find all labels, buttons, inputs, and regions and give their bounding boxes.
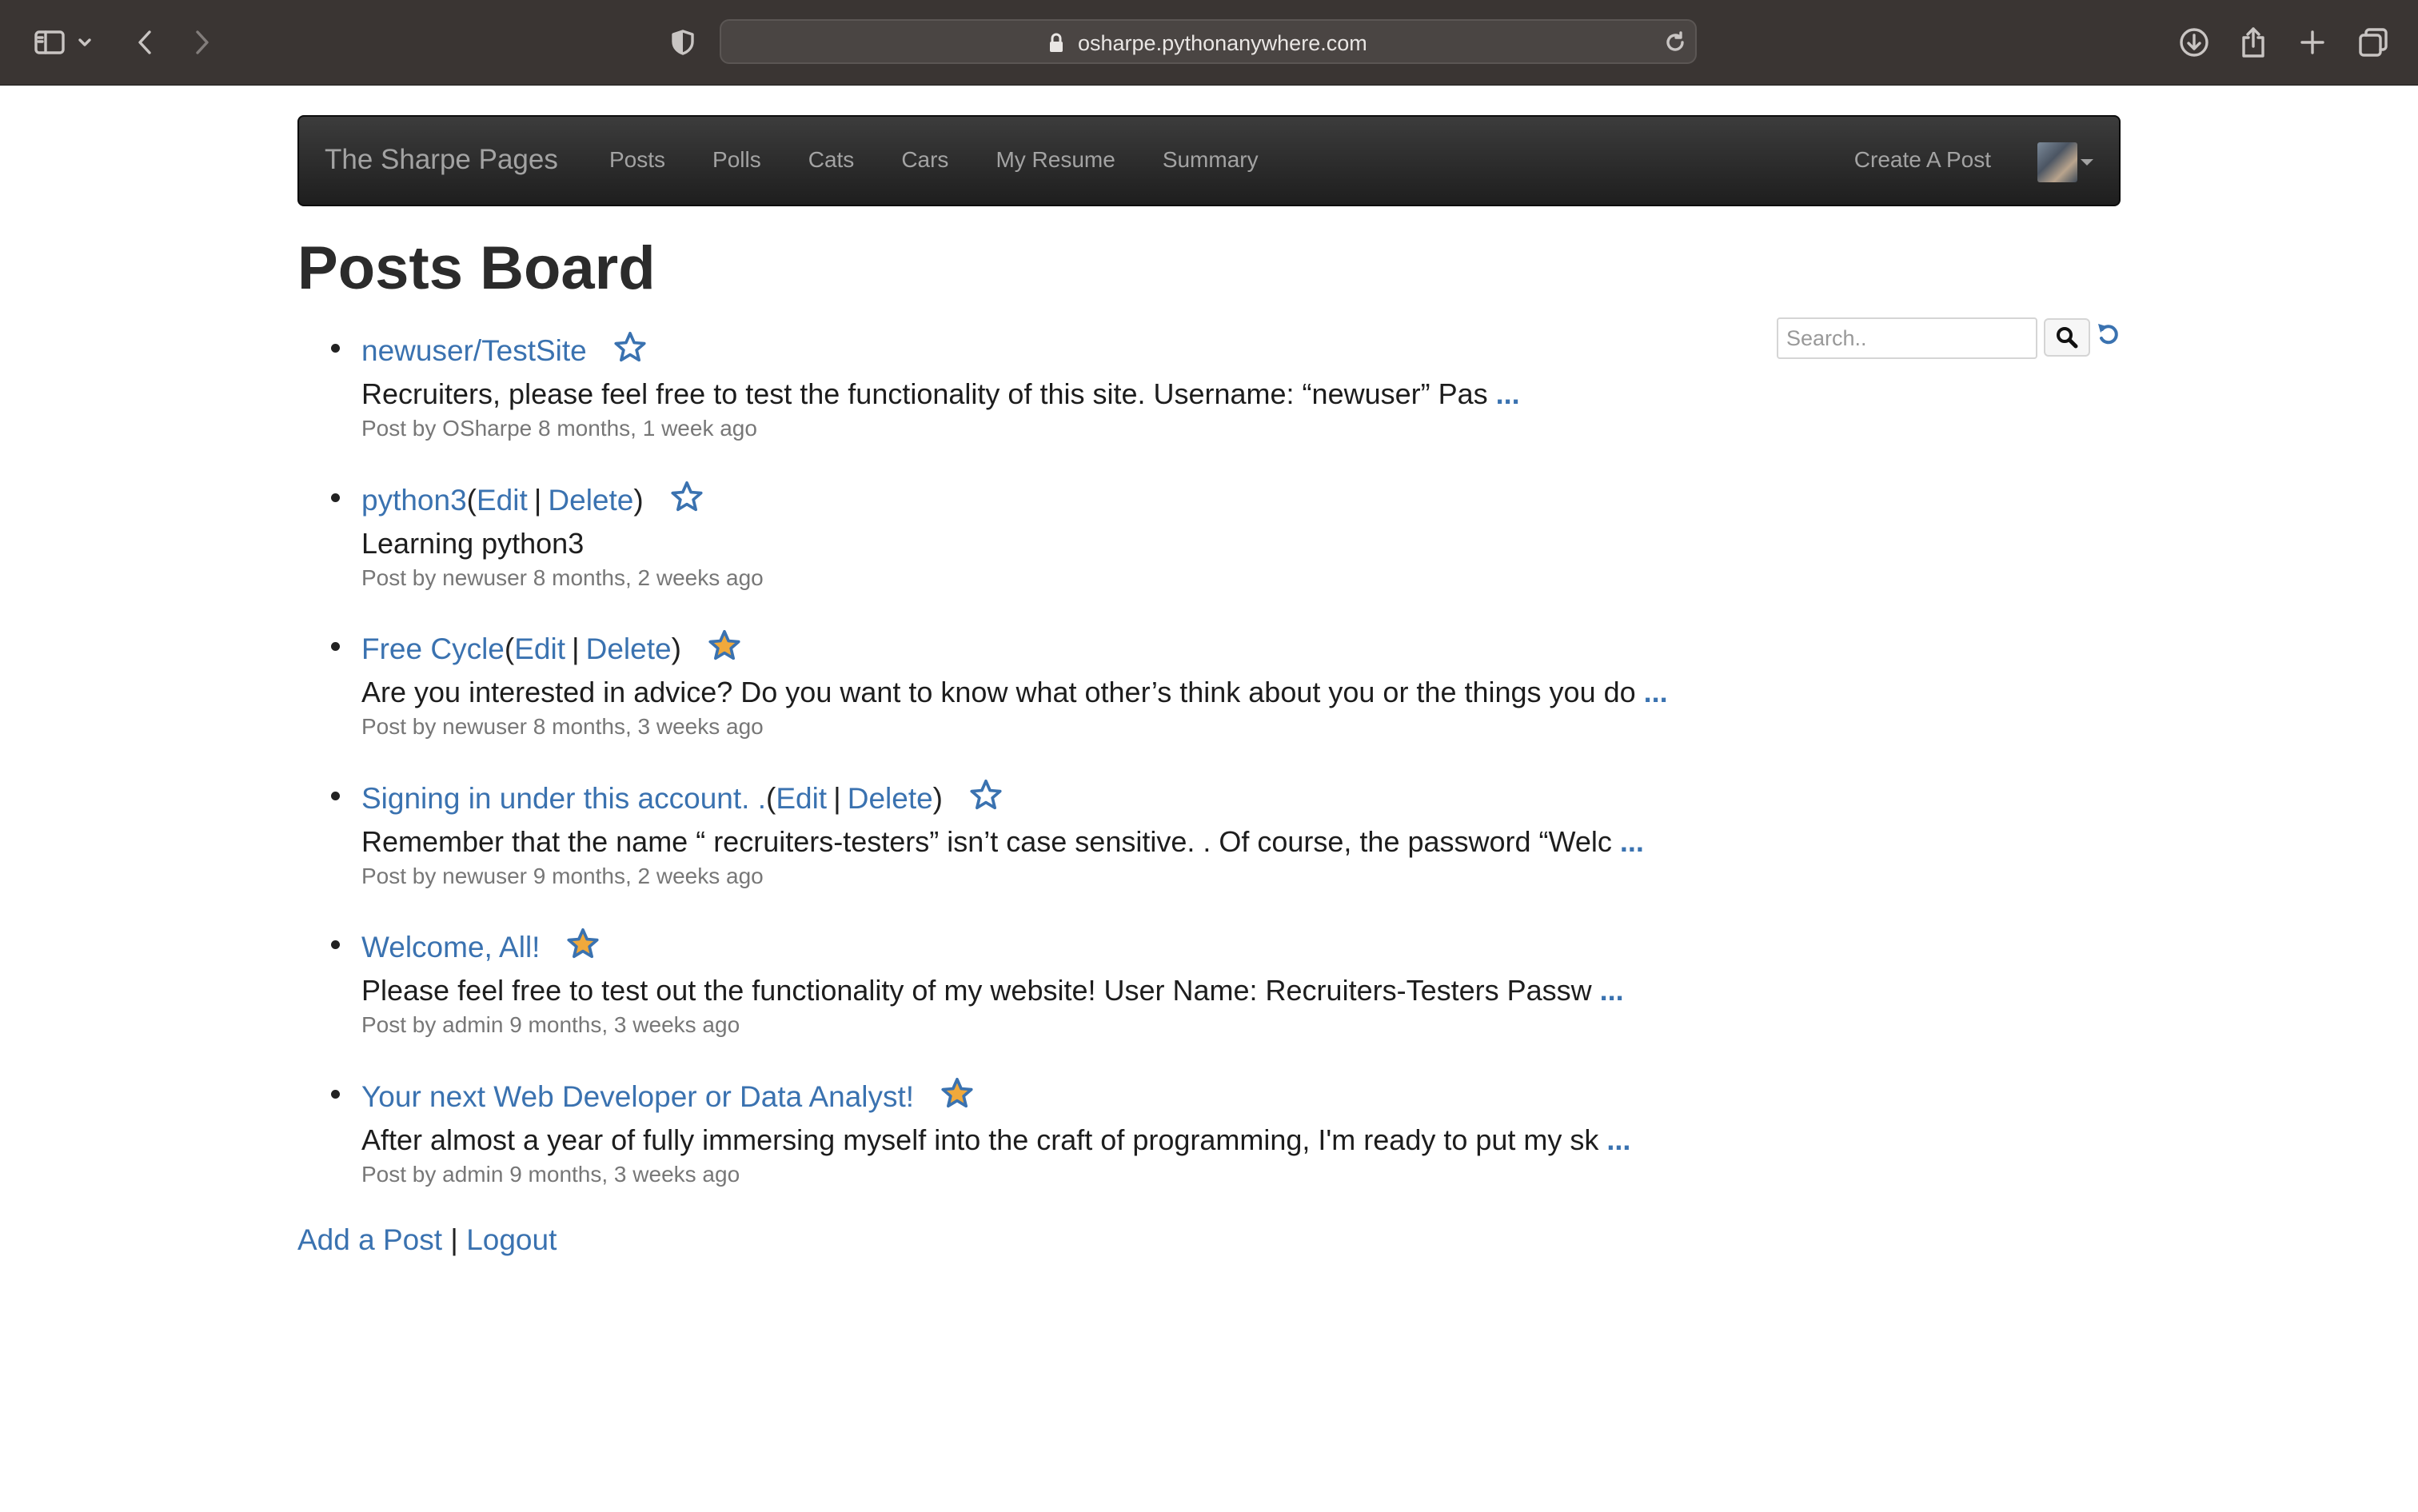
post-header: Signing in under this account. .(Edit | De… <box>361 779 1002 818</box>
site-navbar: The Sharpe Pages Posts Polls Cats Cars M… <box>297 115 2121 206</box>
read-more-link[interactable]: ... <box>1496 377 1520 410</box>
reload-icon[interactable] <box>1663 30 1687 58</box>
separator: | <box>533 483 542 517</box>
post-body: After almost a year of fully immersing m… <box>361 1123 1630 1157</box>
nav-link-posts[interactable]: Posts <box>609 147 665 173</box>
nav-link-my-resume[interactable]: My Resume <box>996 147 1115 173</box>
post-header: Your next Web Developer or Data Analyst! <box>361 1077 973 1116</box>
list-bullet <box>331 792 340 800</box>
avatar[interactable] <box>2037 142 2077 182</box>
post-meta: Post by OSharpe 8 months, 1 week ago <box>361 416 757 441</box>
star-icon[interactable] <box>567 928 600 967</box>
page-title: Posts Board <box>297 234 656 302</box>
star-icon[interactable] <box>941 1077 973 1116</box>
search-icon <box>2057 327 2078 349</box>
post-excerpt: Remember that the name “ recruiters-test… <box>361 825 1612 858</box>
post-title-link[interactable]: Your next Web Developer or Data Analyst! <box>361 1080 914 1114</box>
delete-link[interactable]: Delete <box>586 632 672 666</box>
nav-link-cars[interactable]: Cars <box>901 147 948 173</box>
list-bullet <box>331 344 340 353</box>
post-body: Recruiters, please feel free to test the… <box>361 377 1520 411</box>
post-meta: Post by newuser 8 months, 2 weeks ago <box>361 565 764 590</box>
post-header: Free Cycle(Edit | Delete) <box>361 629 740 668</box>
post-meta: Post by newuser 8 months, 3 weeks ago <box>361 714 764 739</box>
list-bullet <box>331 1090 340 1099</box>
edit-link[interactable]: Edit <box>477 484 528 517</box>
post-header: python3(Edit | Delete) <box>361 481 703 520</box>
new-tab-icon[interactable] <box>2292 22 2333 63</box>
post-excerpt: After almost a year of fully immersing m… <box>361 1123 1599 1156</box>
edit-link[interactable]: Edit <box>514 632 565 666</box>
paren-open: ( <box>466 483 477 517</box>
post-excerpt: Please feel free to test out the functio… <box>361 974 1592 1007</box>
address-bar[interactable]: osharpe.pythonanywhere.com <box>720 19 1697 64</box>
nav-link-create-post[interactable]: Create A Post <box>1854 147 1991 173</box>
star-icon[interactable] <box>708 629 740 668</box>
caret-down-icon[interactable] <box>2081 159 2093 166</box>
add-post-link[interactable]: Add a Post <box>297 1223 442 1256</box>
download-icon[interactable] <box>2173 22 2215 63</box>
post-excerpt: Recruiters, please feel free to test the… <box>361 377 1488 410</box>
paren-open: ( <box>766 781 776 815</box>
post-meta: Post by admin 9 months, 3 weeks ago <box>361 1162 740 1187</box>
privacy-shield-icon[interactable] <box>662 22 704 63</box>
lock-icon <box>1047 32 1065 58</box>
post-body: Learning python3 <box>361 527 584 561</box>
post-title-link[interactable]: Welcome, All! <box>361 931 540 964</box>
paren-close: ) <box>633 483 644 517</box>
list-bullet <box>331 940 340 949</box>
read-more-link[interactable]: ... <box>1620 825 1644 858</box>
logout-link[interactable]: Logout <box>466 1223 557 1256</box>
paren-open: ( <box>504 632 515 665</box>
nav-link-polls[interactable]: Polls <box>712 147 761 173</box>
star-icon[interactable] <box>671 481 703 520</box>
chevron-down-icon[interactable] <box>72 22 98 63</box>
post-meta: Post by newuser 9 months, 2 weeks ago <box>361 864 764 888</box>
share-icon[interactable] <box>2232 22 2274 63</box>
post-body: Are you interested in advice? Do you wan… <box>361 676 1668 709</box>
star-icon[interactable] <box>614 331 646 370</box>
post-title-link[interactable]: Signing in under this account. . <box>361 782 766 816</box>
star-icon[interactable] <box>970 779 1002 818</box>
edit-link[interactable]: Edit <box>776 782 827 816</box>
post-title-link[interactable]: newuser/TestSite <box>361 334 587 368</box>
read-more-link[interactable]: ... <box>1644 676 1668 708</box>
browser-toolbar: osharpe.pythonanywhere.com <box>0 0 2418 86</box>
separator: | <box>833 781 841 815</box>
nav-link-summary[interactable]: Summary <box>1163 147 1259 173</box>
read-more-link[interactable]: ... <box>1606 1123 1630 1156</box>
list-bullet <box>331 642 340 651</box>
delete-link[interactable]: Delete <box>548 484 633 517</box>
reset-icon[interactable] <box>2097 321 2121 351</box>
post-title-link[interactable]: python3 <box>361 484 467 517</box>
footer-links: Add a Post | Logout <box>297 1223 557 1257</box>
user-menu[interactable] <box>2037 142 2093 182</box>
search-input[interactable]: Search.. <box>1777 317 2037 359</box>
post-header: Welcome, All! <box>361 928 600 967</box>
read-more-link[interactable]: ... <box>1600 974 1624 1007</box>
paren-close: ) <box>671 632 681 665</box>
navbar-links: Posts Polls Cats Cars My Resume Summary <box>609 147 1306 173</box>
post-excerpt: Are you interested in advice? Do you wan… <box>361 676 1636 708</box>
post-body: Please feel free to test out the functio… <box>361 974 1624 1007</box>
forward-icon[interactable] <box>181 22 222 63</box>
search-button[interactable] <box>2044 318 2090 357</box>
post-body: Remember that the name “ recruiters-test… <box>361 825 1644 859</box>
delete-link[interactable]: Delete <box>848 782 933 816</box>
navbar-brand[interactable]: The Sharpe Pages <box>325 144 558 176</box>
post-header: newuser/TestSite <box>361 331 646 370</box>
tab-overview-icon[interactable] <box>2352 22 2394 63</box>
post-excerpt: Learning python3 <box>361 527 585 560</box>
post-meta: Post by admin 9 months, 3 weeks ago <box>361 1012 740 1037</box>
separator: | <box>571 632 580 665</box>
nav-link-cats[interactable]: Cats <box>808 147 855 173</box>
paren-close: ) <box>932 781 943 815</box>
post-title-link[interactable]: Free Cycle <box>361 632 505 666</box>
footer-separator: | <box>450 1223 458 1256</box>
sidebar-icon[interactable] <box>29 22 70 63</box>
back-icon[interactable] <box>125 22 166 63</box>
list-bullet <box>331 493 340 502</box>
url-text: osharpe.pythonanywhere.com <box>1078 31 1367 55</box>
